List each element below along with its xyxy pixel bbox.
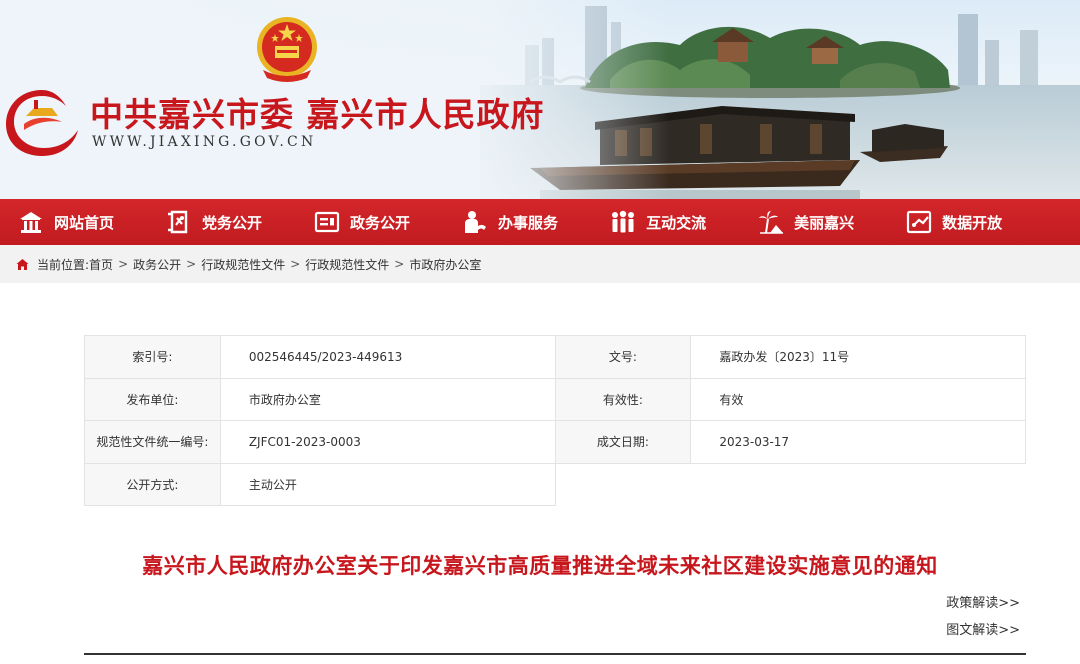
nav-item-label: 互动交流 xyxy=(646,213,707,232)
divider xyxy=(84,653,1026,655)
reading-links: 政策解读>> 图文解读>> xyxy=(946,590,1020,644)
breadcrumb-separator: > xyxy=(290,257,301,271)
unified-code-value: ZJFC01-2023-0003 xyxy=(219,420,556,464)
policy-reading-link[interactable]: 政策解读>> xyxy=(946,590,1020,617)
nav-item-interaction[interactable]: 互动交流 xyxy=(610,199,706,245)
breadcrumb-prefix: 当前位置: xyxy=(37,257,90,272)
index-number-label: 索引号: xyxy=(84,335,221,379)
breadcrumb-separator: > xyxy=(118,257,129,271)
issue-date-value: 2023-03-17 xyxy=(690,420,1026,464)
nav-item-label: 办事服务 xyxy=(498,213,559,232)
graphic-reading-link[interactable]: 图文解读>> xyxy=(946,617,1020,644)
nav-item-label: 政务公开 xyxy=(350,213,411,232)
disclosure-method-value: 主动公开 xyxy=(219,462,556,506)
header-banner: 中共嘉兴市委 嘉兴市人民政府 WWW.JIAXING.GOV.CN xyxy=(0,0,1080,199)
breadcrumb-link-normative-docs[interactable]: 行政规范性文件 xyxy=(201,256,285,273)
national-emblem-icon xyxy=(257,17,317,82)
breadcrumb-separator: > xyxy=(186,257,197,271)
breadcrumb-separator: > xyxy=(394,257,405,271)
nav-item-label: 网站首页 xyxy=(54,213,115,232)
nav-item-beautiful-jiaxing[interactable]: 美丽嘉兴 xyxy=(758,199,854,245)
table-row: 索引号: 002546445/2023-449613 文号: 嘉政办发〔2023… xyxy=(84,335,1026,379)
empty-cell xyxy=(691,463,1026,506)
main-nav: 网站首页 党务公开 政务公开 办事服务 互动交流 美丽嘉兴 数据开放 xyxy=(0,199,1080,245)
breadcrumb-link-gov-affairs[interactable]: 政务公开 xyxy=(133,256,181,273)
table-row: 规范性文件统一编号: ZJFC01-2023-0003 成文日期: 2023-0… xyxy=(84,420,1026,464)
issuer-label: 发布单位: xyxy=(84,377,221,421)
jiaxing-logo-icon xyxy=(6,90,78,156)
home-icon xyxy=(20,212,42,233)
nav-item-gov-affairs[interactable]: 政务公开 xyxy=(314,199,410,245)
home-icon xyxy=(16,258,29,270)
table-row: 公开方式: 主动公开 xyxy=(84,462,1026,506)
document-number-value: 嘉政办发〔2023〕11号 xyxy=(690,335,1026,379)
table-row: 发布单位: 市政府办公室 有效性: 有效 xyxy=(84,377,1026,421)
empty-cell xyxy=(555,463,691,506)
site-url: WWW.JIAXING.GOV.CN xyxy=(92,134,317,150)
nav-item-label: 党务公开 xyxy=(202,213,263,232)
data-open-icon xyxy=(906,210,932,234)
disclosure-method-label: 公开方式: xyxy=(84,462,221,506)
validity-label: 有效性: xyxy=(554,377,692,421)
nav-item-party-affairs[interactable]: 党务公开 xyxy=(166,199,262,245)
nav-item-label: 数据开放 xyxy=(942,213,1003,232)
palm-scenery-icon xyxy=(759,211,784,234)
index-number-value: 002546445/2023-449613 xyxy=(219,335,556,379)
nav-item-data-open[interactable]: 数据开放 xyxy=(906,199,1002,245)
unified-code-label: 规范性文件统一编号: xyxy=(84,420,221,464)
service-hand-icon xyxy=(465,211,487,233)
breadcrumb-link-office[interactable]: 市政府办公室 xyxy=(409,256,481,273)
site-title: 中共嘉兴市委 嘉兴市人民政府 xyxy=(90,95,545,134)
nav-item-services[interactable]: 办事服务 xyxy=(462,199,558,245)
breadcrumb-link-normative-docs-sub[interactable]: 行政规范性文件 xyxy=(305,256,389,273)
validity-value: 有效 xyxy=(690,377,1026,421)
document-title: 嘉兴市人民政府办公室关于印发嘉兴市高质量推进全域未来社区建设实施意见的通知 xyxy=(142,554,938,578)
issue-date-label: 成文日期: xyxy=(554,420,692,464)
issuer-value: 市政府办公室 xyxy=(219,377,556,421)
nav-item-home[interactable]: 网站首页 xyxy=(18,199,114,245)
gov-affairs-icon xyxy=(314,211,340,233)
document-number-label: 文号: xyxy=(554,335,692,379)
breadcrumb-link-home[interactable]: 首页 xyxy=(89,256,113,273)
document-info-table: 索引号: 002546445/2023-449613 文号: 嘉政办发〔2023… xyxy=(84,335,1026,506)
people-interaction-icon xyxy=(612,210,635,233)
nav-item-label: 美丽嘉兴 xyxy=(794,213,855,232)
party-document-icon xyxy=(168,210,188,234)
breadcrumb: 当前位置: 首页 > 政务公开 > 行政规范性文件 > 行政规范性文件 > 市政… xyxy=(0,245,1080,283)
